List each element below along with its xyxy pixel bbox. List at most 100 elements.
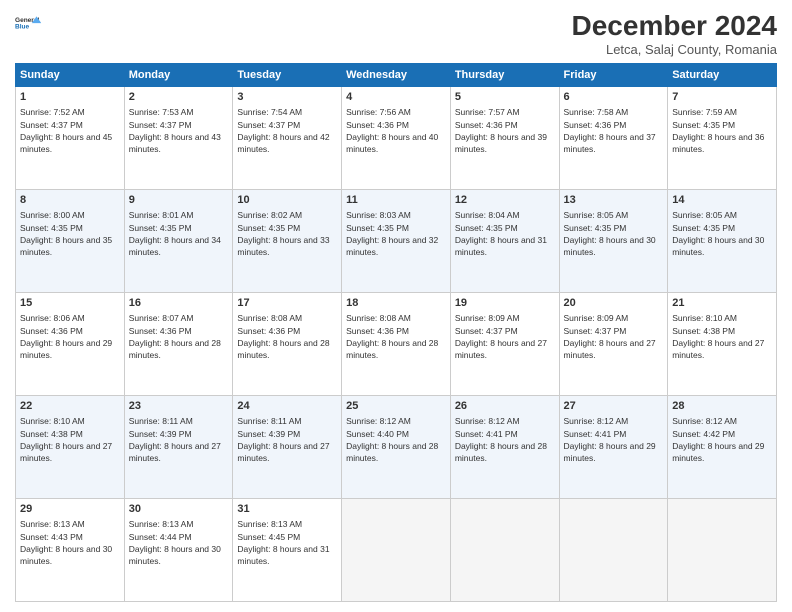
logo-icon: General Blue	[15, 10, 43, 38]
day-info: Sunrise: 8:12 AMSunset: 4:40 PMDaylight:…	[346, 415, 446, 464]
calendar-cell: 26 Sunrise: 8:12 AMSunset: 4:41 PMDaylig…	[450, 396, 559, 499]
day-number: 4	[346, 90, 446, 105]
day-info: Sunrise: 8:13 AMSunset: 4:43 PMDaylight:…	[20, 518, 120, 567]
day-number: 22	[20, 399, 120, 414]
calendar-cell: 6 Sunrise: 7:58 AMSunset: 4:36 PMDayligh…	[559, 87, 668, 190]
calendar-cell: 25 Sunrise: 8:12 AMSunset: 4:40 PMDaylig…	[342, 396, 451, 499]
day-number: 15	[20, 296, 120, 311]
calendar-cell: 17 Sunrise: 8:08 AMSunset: 4:36 PMDaylig…	[233, 293, 342, 396]
day-info: Sunrise: 8:04 AMSunset: 4:35 PMDaylight:…	[455, 209, 555, 258]
calendar-cell: 22 Sunrise: 8:10 AMSunset: 4:38 PMDaylig…	[16, 396, 125, 499]
calendar-cell: 9 Sunrise: 8:01 AMSunset: 4:35 PMDayligh…	[124, 190, 233, 293]
day-info: Sunrise: 7:59 AMSunset: 4:35 PMDaylight:…	[672, 106, 772, 155]
calendar-cell: 3 Sunrise: 7:54 AMSunset: 4:37 PMDayligh…	[233, 87, 342, 190]
calendar-cell: 23 Sunrise: 8:11 AMSunset: 4:39 PMDaylig…	[124, 396, 233, 499]
col-header-wednesday: Wednesday	[342, 64, 451, 87]
day-info: Sunrise: 8:06 AMSunset: 4:36 PMDaylight:…	[20, 312, 120, 361]
calendar-cell	[559, 499, 668, 602]
day-number: 18	[346, 296, 446, 311]
calendar-cell: 1 Sunrise: 7:52 AMSunset: 4:37 PMDayligh…	[16, 87, 125, 190]
calendar-cell: 30 Sunrise: 8:13 AMSunset: 4:44 PMDaylig…	[124, 499, 233, 602]
calendar-cell	[450, 499, 559, 602]
day-info: Sunrise: 8:12 AMSunset: 4:41 PMDaylight:…	[455, 415, 555, 464]
day-number: 8	[20, 193, 120, 208]
day-number: 20	[564, 296, 664, 311]
col-header-saturday: Saturday	[668, 64, 777, 87]
calendar-cell: 28 Sunrise: 8:12 AMSunset: 4:42 PMDaylig…	[668, 396, 777, 499]
calendar-cell: 2 Sunrise: 7:53 AMSunset: 4:37 PMDayligh…	[124, 87, 233, 190]
day-info: Sunrise: 7:54 AMSunset: 4:37 PMDaylight:…	[237, 106, 337, 155]
col-header-thursday: Thursday	[450, 64, 559, 87]
day-number: 23	[129, 399, 229, 414]
day-info: Sunrise: 8:07 AMSunset: 4:36 PMDaylight:…	[129, 312, 229, 361]
day-number: 29	[20, 502, 120, 517]
day-number: 30	[129, 502, 229, 517]
day-info: Sunrise: 8:12 AMSunset: 4:42 PMDaylight:…	[672, 415, 772, 464]
calendar-cell: 10 Sunrise: 8:02 AMSunset: 4:35 PMDaylig…	[233, 190, 342, 293]
day-number: 31	[237, 502, 337, 517]
col-header-friday: Friday	[559, 64, 668, 87]
day-info: Sunrise: 8:10 AMSunset: 4:38 PMDaylight:…	[20, 415, 120, 464]
day-info: Sunrise: 8:11 AMSunset: 4:39 PMDaylight:…	[129, 415, 229, 464]
day-info: Sunrise: 7:58 AMSunset: 4:36 PMDaylight:…	[564, 106, 664, 155]
day-number: 17	[237, 296, 337, 311]
day-number: 14	[672, 193, 772, 208]
calendar-cell: 4 Sunrise: 7:56 AMSunset: 4:36 PMDayligh…	[342, 87, 451, 190]
day-number: 9	[129, 193, 229, 208]
day-number: 11	[346, 193, 446, 208]
col-header-sunday: Sunday	[16, 64, 125, 87]
day-info: Sunrise: 7:53 AMSunset: 4:37 PMDaylight:…	[129, 106, 229, 155]
day-number: 13	[564, 193, 664, 208]
day-number: 10	[237, 193, 337, 208]
calendar-cell: 5 Sunrise: 7:57 AMSunset: 4:36 PMDayligh…	[450, 87, 559, 190]
logo: General Blue	[15, 10, 43, 38]
day-info: Sunrise: 7:57 AMSunset: 4:36 PMDaylight:…	[455, 106, 555, 155]
day-info: Sunrise: 8:00 AMSunset: 4:35 PMDaylight:…	[20, 209, 120, 258]
calendar-cell: 27 Sunrise: 8:12 AMSunset: 4:41 PMDaylig…	[559, 396, 668, 499]
calendar-cell: 24 Sunrise: 8:11 AMSunset: 4:39 PMDaylig…	[233, 396, 342, 499]
svg-text:Blue: Blue	[15, 24, 29, 31]
header: General Blue December 2024 Letca, Salaj …	[15, 10, 777, 57]
day-number: 24	[237, 399, 337, 414]
day-info: Sunrise: 7:52 AMSunset: 4:37 PMDaylight:…	[20, 106, 120, 155]
day-info: Sunrise: 8:03 AMSunset: 4:35 PMDaylight:…	[346, 209, 446, 258]
page: General Blue December 2024 Letca, Salaj …	[0, 0, 792, 612]
day-info: Sunrise: 8:12 AMSunset: 4:41 PMDaylight:…	[564, 415, 664, 464]
day-number: 12	[455, 193, 555, 208]
calendar-cell: 20 Sunrise: 8:09 AMSunset: 4:37 PMDaylig…	[559, 293, 668, 396]
calendar-cell	[668, 499, 777, 602]
col-header-monday: Monday	[124, 64, 233, 87]
day-info: Sunrise: 8:08 AMSunset: 4:36 PMDaylight:…	[346, 312, 446, 361]
day-info: Sunrise: 8:13 AMSunset: 4:44 PMDaylight:…	[129, 518, 229, 567]
calendar-cell: 8 Sunrise: 8:00 AMSunset: 4:35 PMDayligh…	[16, 190, 125, 293]
day-number: 5	[455, 90, 555, 105]
day-info: Sunrise: 8:08 AMSunset: 4:36 PMDaylight:…	[237, 312, 337, 361]
calendar-cell	[342, 499, 451, 602]
calendar-cell: 11 Sunrise: 8:03 AMSunset: 4:35 PMDaylig…	[342, 190, 451, 293]
calendar-cell: 29 Sunrise: 8:13 AMSunset: 4:43 PMDaylig…	[16, 499, 125, 602]
day-info: Sunrise: 8:05 AMSunset: 4:35 PMDaylight:…	[564, 209, 664, 258]
calendar-cell: 7 Sunrise: 7:59 AMSunset: 4:35 PMDayligh…	[668, 87, 777, 190]
day-number: 16	[129, 296, 229, 311]
day-number: 28	[672, 399, 772, 414]
calendar-cell: 15 Sunrise: 8:06 AMSunset: 4:36 PMDaylig…	[16, 293, 125, 396]
day-number: 26	[455, 399, 555, 414]
day-number: 25	[346, 399, 446, 414]
calendar-cell: 31 Sunrise: 8:13 AMSunset: 4:45 PMDaylig…	[233, 499, 342, 602]
day-number: 2	[129, 90, 229, 105]
day-info: Sunrise: 8:09 AMSunset: 4:37 PMDaylight:…	[455, 312, 555, 361]
calendar-cell: 21 Sunrise: 8:10 AMSunset: 4:38 PMDaylig…	[668, 293, 777, 396]
calendar-cell: 12 Sunrise: 8:04 AMSunset: 4:35 PMDaylig…	[450, 190, 559, 293]
day-number: 3	[237, 90, 337, 105]
calendar-cell: 18 Sunrise: 8:08 AMSunset: 4:36 PMDaylig…	[342, 293, 451, 396]
day-number: 6	[564, 90, 664, 105]
month-title: December 2024	[572, 10, 777, 42]
day-info: Sunrise: 8:13 AMSunset: 4:45 PMDaylight:…	[237, 518, 337, 567]
day-info: Sunrise: 8:09 AMSunset: 4:37 PMDaylight:…	[564, 312, 664, 361]
col-header-tuesday: Tuesday	[233, 64, 342, 87]
calendar-cell: 16 Sunrise: 8:07 AMSunset: 4:36 PMDaylig…	[124, 293, 233, 396]
calendar: SundayMondayTuesdayWednesdayThursdayFrid…	[15, 63, 777, 602]
title-block: December 2024 Letca, Salaj County, Roman…	[572, 10, 777, 57]
day-info: Sunrise: 8:10 AMSunset: 4:38 PMDaylight:…	[672, 312, 772, 361]
calendar-cell: 19 Sunrise: 8:09 AMSunset: 4:37 PMDaylig…	[450, 293, 559, 396]
